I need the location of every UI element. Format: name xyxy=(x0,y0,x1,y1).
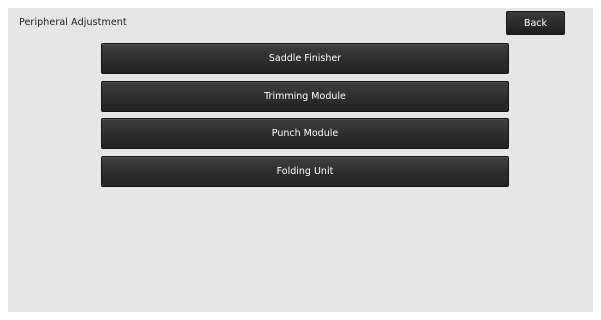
peripheral-adjustment-screen: Peripheral Adjustment Back Saddle Finish… xyxy=(8,8,593,312)
punch-module-button[interactable]: Punch Module xyxy=(101,118,509,149)
saddle-finisher-button[interactable]: Saddle Finisher xyxy=(101,43,509,74)
page-title: Peripheral Adjustment xyxy=(19,17,127,28)
folding-unit-button[interactable]: Folding Unit xyxy=(101,155,509,187)
peripheral-menu: Saddle Finisher Trimming Module Punch Mo… xyxy=(101,43,509,193)
trimming-module-button[interactable]: Trimming Module xyxy=(101,80,509,112)
back-button[interactable]: Back xyxy=(506,11,565,35)
